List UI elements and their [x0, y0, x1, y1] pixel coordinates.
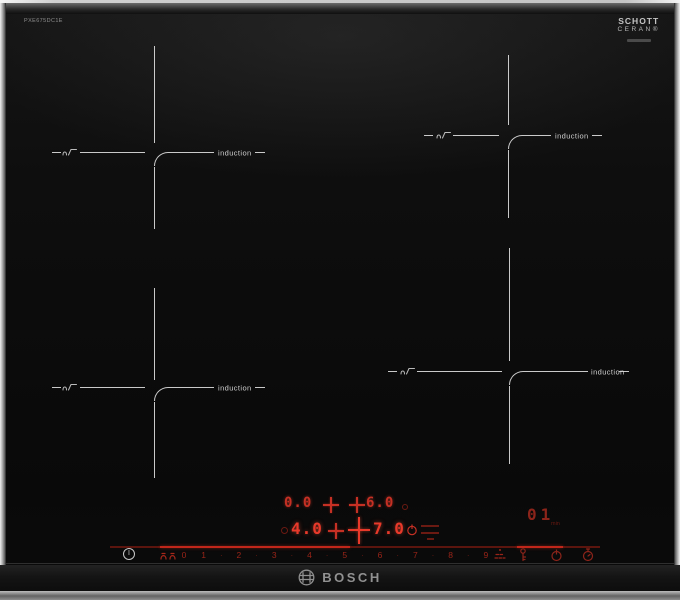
schott-logo-line1: SCHOTT [618, 16, 660, 26]
power-button-icon[interactable] [550, 549, 563, 562]
level-dot: · [325, 550, 329, 560]
brand-name: BOSCH [322, 570, 382, 585]
zone-mark-line [154, 402, 155, 478]
frying-sensor-button[interactable] [159, 549, 179, 561]
induction-cooktop: PXE675DC1E SCHOTT CERAN® induction induc… [0, 0, 680, 600]
zone-mark-corner [508, 135, 522, 149]
zone-mark-line [154, 167, 155, 229]
slider-track-active[interactable] [160, 545, 350, 548]
zone-mark-line [509, 248, 510, 361]
zone-mark-line [168, 387, 214, 388]
zone-mark-corner [509, 371, 523, 385]
childlock-key-icon[interactable] [518, 548, 528, 562]
front-right-power-display: 7.0 [373, 519, 405, 538]
bottom-metal-edge [0, 591, 680, 600]
glass-front-edge [6, 563, 674, 564]
timer-indicator-icon [402, 504, 408, 510]
level-dot: · [431, 550, 435, 560]
zone-mark-corner [154, 152, 168, 166]
zone-mark-line [154, 288, 155, 380]
level-dot: · [361, 550, 364, 560]
model-number: PXE675DC1E [24, 18, 63, 24]
zone-mark-corner [154, 387, 168, 401]
schott-ceran-logo: SCHOTT CERAN® [617, 17, 660, 42]
level-dot: · [466, 550, 470, 560]
schott-fineprint [626, 39, 651, 42]
zone-mark-line [453, 135, 499, 136]
level-dot: · [219, 550, 223, 560]
level-dot: · [396, 550, 400, 560]
zone-mark-dash [424, 135, 433, 136]
zone-mark-dash [619, 371, 629, 372]
level-key-4[interactable]: 4 [304, 550, 314, 560]
bosch-symbol-icon [298, 569, 315, 586]
zone-mark-line [523, 371, 588, 372]
front-trim: BOSCH [0, 565, 680, 591]
back-right-power-display: 6.0 [366, 495, 395, 511]
schott-logo-line2: CERAN® [617, 26, 660, 33]
level-key-7[interactable]: 7 [410, 550, 420, 560]
front-left-power-display: 4.0 [291, 519, 323, 538]
level-dot: · [290, 550, 294, 560]
glass-top-bevel [0, 3, 680, 14]
zone-mark-line [168, 152, 214, 153]
back-left-power-display: 0.0 [284, 495, 313, 511]
main-switch-button[interactable]: I [123, 548, 135, 560]
boost-button[interactable] [493, 548, 507, 561]
level-key-9[interactable]: 9 [481, 550, 491, 560]
level-key-2[interactable]: 2 [234, 550, 244, 560]
induction-label: induction [555, 131, 589, 141]
zone-mark-line [508, 55, 509, 125]
timer-indicator-icon [281, 527, 288, 534]
level-key-8[interactable]: 8 [446, 550, 456, 560]
pan-sensor-icon [400, 368, 415, 375]
pan-sensor-icon [62, 149, 77, 156]
zone-mark-line [522, 135, 551, 136]
pan-sensor-icon [62, 384, 77, 391]
level-key-5[interactable]: 5 [340, 550, 350, 560]
glass-right-edge [674, 3, 680, 591]
power-indicator-icon [407, 524, 417, 536]
zone-mark-line [508, 150, 509, 218]
level-key-0[interactable]: 0 [179, 550, 189, 560]
induction-label: induction [218, 383, 252, 393]
level-key-6[interactable]: 6 [375, 550, 385, 560]
zone-mark-line [80, 387, 145, 388]
glass-left-edge [0, 3, 6, 591]
power-level-slider[interactable]: 0 1 · 2 · 3 · 4 · 5 · 6 · 7 · 8 · 9 [179, 549, 491, 561]
timer-button-icon[interactable] [581, 548, 595, 562]
timer-unit-label: min [551, 521, 560, 527]
zone-mark-line [80, 152, 145, 153]
induction-label: induction [218, 148, 252, 158]
pan-sensor-icon [436, 132, 451, 139]
zone-mark-dash [52, 387, 61, 388]
zone-mark-dash [52, 152, 61, 153]
level-key-3[interactable]: 3 [269, 550, 279, 560]
zone-mark-dash [388, 371, 397, 372]
level-key-1[interactable]: 1 [199, 550, 209, 560]
zone-mark-dash [255, 152, 265, 153]
level-dot: · [255, 550, 258, 560]
zone-mark-line [509, 386, 510, 464]
zone-mark-dash [255, 387, 265, 388]
brand-logo: BOSCH [0, 569, 680, 586]
zone-mark-dash [592, 135, 602, 136]
zone-mark-line [154, 46, 155, 143]
zone-mark-line [417, 371, 502, 372]
